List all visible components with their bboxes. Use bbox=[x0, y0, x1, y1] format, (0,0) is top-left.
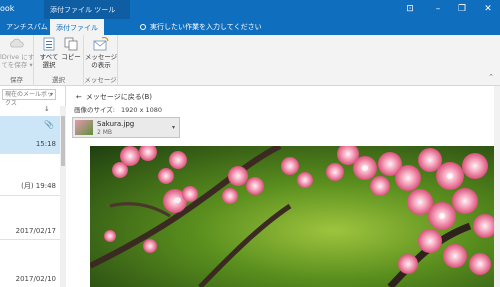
message-date: 2017/02/17 bbox=[15, 227, 56, 235]
scrollbar-thumb[interactable] bbox=[61, 116, 65, 166]
select-all-icon bbox=[43, 37, 55, 51]
search-scope-dropdown[interactable]: 現在のメールボックス ▾ bbox=[2, 89, 56, 107]
ribbon-group-message: メッセージ の表示 メッセージ bbox=[84, 35, 118, 86]
cloud-save-icon bbox=[10, 38, 24, 48]
show-message-label: メッセージ の表示 bbox=[84, 53, 118, 69]
ribbon-group-select: すべて 選択 コピー 選択 bbox=[34, 35, 84, 86]
copy-icon bbox=[64, 37, 78, 51]
message-date: 15:18 bbox=[35, 140, 56, 148]
attachment-size: 2 MB bbox=[97, 129, 113, 136]
app-title: ook bbox=[0, 4, 15, 13]
group-label-message: メッセージ bbox=[84, 76, 117, 84]
tab-antispam[interactable]: アンチスパム bbox=[0, 19, 54, 35]
group-label-save: 保存 bbox=[10, 76, 23, 84]
back-to-message-label: メッセージに戻る(B) bbox=[85, 93, 152, 101]
save-all-to-onedrive-label: lDrive にす てを保存 ▾ bbox=[0, 53, 35, 69]
message-list-item[interactable]: 📎 15:18 bbox=[0, 116, 60, 154]
group-label-select: 選択 bbox=[52, 76, 65, 84]
reading-pane-scrollbar[interactable] bbox=[494, 86, 500, 287]
cherry-blossom-photo bbox=[90, 146, 496, 287]
attachment-tools-context-group: 添付ファイル ツール bbox=[44, 0, 130, 19]
select-all-label: すべて 選択 bbox=[39, 53, 59, 69]
attachment-thumbnail bbox=[75, 120, 93, 135]
chevron-down-icon[interactable]: ▾ bbox=[172, 124, 175, 131]
reading-pane: ← メッセージに戻る(B) 画像のサイズ: 1920 x 1080 Sakura.j… bbox=[66, 86, 500, 287]
image-size-label: 画像のサイズ: bbox=[74, 106, 115, 114]
context-tab-group-label: 添付ファイル ツール bbox=[50, 6, 116, 14]
message-list-item[interactable]: 2017/02/10 bbox=[0, 240, 60, 287]
sort-arrow-icon[interactable]: ↓ bbox=[44, 105, 50, 113]
title-bar: ook 添付ファイル ツール ⊡ – ❐ ✕ bbox=[0, 0, 500, 19]
collapse-ribbon-icon[interactable]: ⌃ bbox=[488, 73, 494, 81]
paperclip-icon: 📎 bbox=[44, 120, 54, 129]
tab-attachments[interactable]: 添付ファイル bbox=[50, 19, 104, 35]
restore-button[interactable]: ❐ bbox=[452, 0, 472, 19]
minimize-button[interactable]: – bbox=[428, 0, 448, 19]
message-date: 2017/02/10 bbox=[15, 275, 56, 283]
attachment-chip[interactable]: Sakura.jpg 2 MB ▾ bbox=[72, 117, 180, 138]
copy-label: コピー bbox=[61, 53, 81, 61]
ribbon-group-save: lDrive にす てを保存 ▾ 保存 bbox=[0, 35, 34, 86]
ribbon: lDrive にす てを保存 ▾ 保存 すべて 選択 コピー 選択 メッセージ … bbox=[0, 35, 500, 86]
close-button[interactable]: ✕ bbox=[478, 0, 498, 19]
back-to-message-link[interactable]: ← メッセージに戻る(B) bbox=[76, 92, 152, 102]
ribbon-tab-row: アンチスパム 添付ファイル 実行したい作業を入力してください bbox=[0, 19, 500, 35]
back-arrow-icon: ← bbox=[76, 93, 82, 101]
attachment-image-preview bbox=[90, 146, 496, 287]
lightbulb-icon bbox=[140, 24, 146, 30]
save-all-to-onedrive-button[interactable]: lDrive にす てを保存 ▾ bbox=[0, 37, 34, 69]
attachment-name: Sakura.jpg bbox=[97, 120, 135, 128]
ribbon-display-options-button[interactable]: ⊡ bbox=[400, 0, 420, 19]
tell-me-box[interactable]: 実行したい作業を入力してください bbox=[140, 19, 262, 35]
message-list-item[interactable]: 2017/02/17 bbox=[0, 196, 60, 240]
chevron-down-icon: ▾ bbox=[49, 91, 53, 98]
image-size-info: 画像のサイズ: 1920 x 1080 bbox=[74, 104, 162, 114]
show-message-icon bbox=[93, 37, 109, 51]
image-size-value: 1920 x 1080 bbox=[121, 106, 163, 114]
message-list-item[interactable]: (月) 19:48 bbox=[0, 154, 60, 196]
tell-me-placeholder: 実行したい作業を入力してください bbox=[150, 23, 262, 31]
message-date: (月) 19:48 bbox=[21, 182, 56, 190]
copy-button[interactable]: コピー bbox=[60, 37, 82, 61]
message-list-pane: 現在のメールボックス ▾ ↓ 📎 15:18 (月) 19:48 2017/02… bbox=[0, 86, 66, 287]
select-all-button[interactable]: すべて 選択 bbox=[38, 37, 60, 69]
show-message-button[interactable]: メッセージ の表示 bbox=[84, 37, 118, 69]
